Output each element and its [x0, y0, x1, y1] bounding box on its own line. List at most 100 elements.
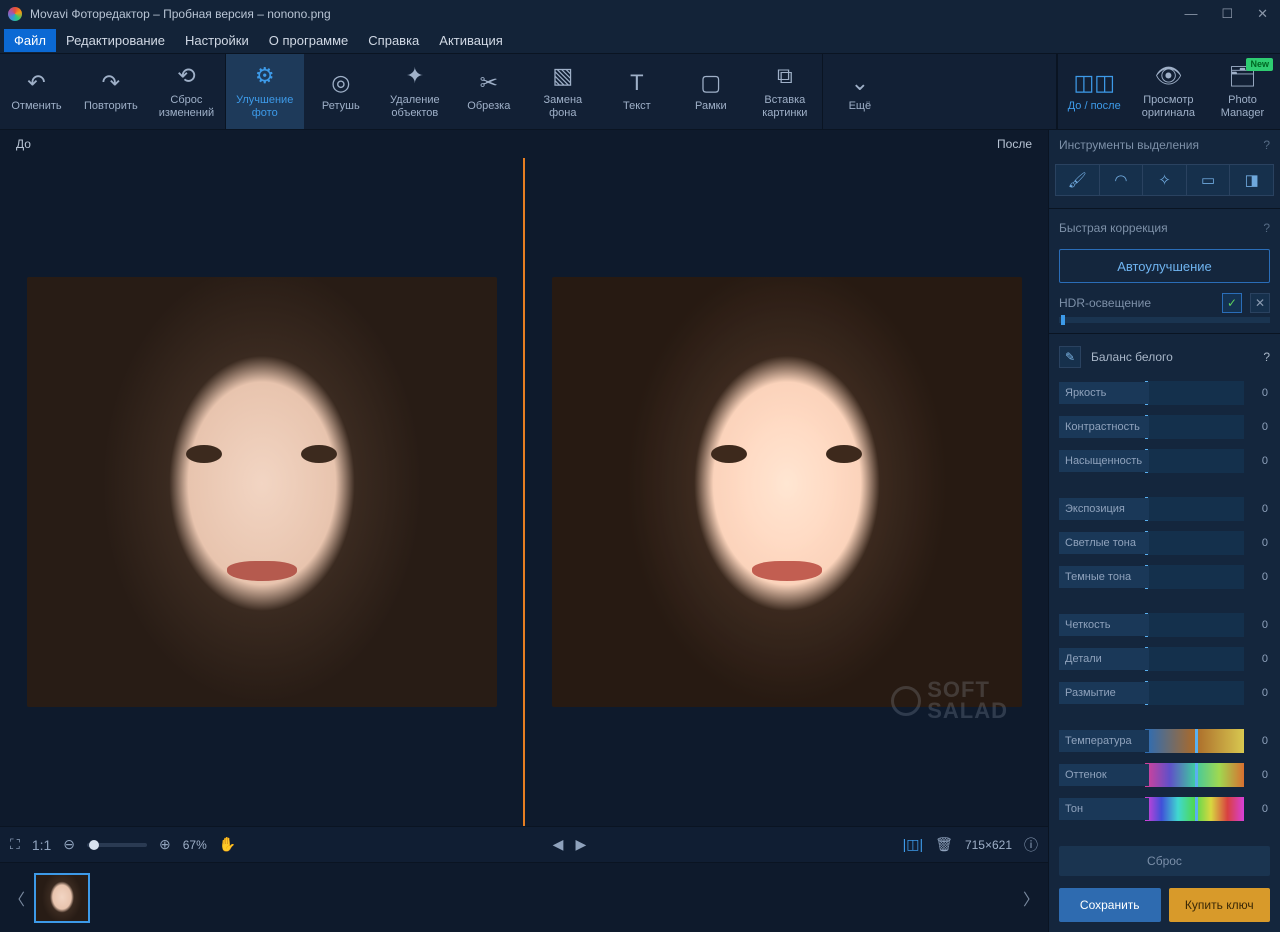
menu-activation[interactable]: Активация [429, 29, 512, 52]
zoom-value: 67% [183, 838, 207, 852]
hdr-cancel-button[interactable]: ✕ [1250, 293, 1270, 313]
auto-enhance-button[interactable]: Автоулучшение [1059, 249, 1270, 283]
zoom-out-button[interactable]: ⊖ [63, 836, 75, 853]
zoom-in-button[interactable]: ⊕ [159, 836, 171, 853]
image-dimensions: 715×621 [965, 838, 1012, 852]
compare-view: SOFT SALAD [0, 158, 1048, 826]
text-icon: T [630, 70, 643, 96]
fullscreen-button[interactable]: ⛶ [10, 836, 20, 853]
retouch-button[interactable]: ◎Ретушь [304, 54, 378, 129]
crop-button[interactable]: ✂Обрезка [452, 54, 526, 129]
white-balance-label: Баланс белого [1091, 350, 1173, 364]
window-title: Movavi Фоторедактор – Пробная версия – n… [30, 7, 331, 21]
erase-icon: ✦ [406, 63, 424, 89]
help-icon[interactable]: ? [1263, 350, 1270, 364]
eraser-tool[interactable]: ◨ [1230, 164, 1274, 196]
reset-button[interactable]: Сброс [1059, 846, 1270, 876]
slider-highlights[interactable]: Светлые тона0 [1059, 530, 1270, 556]
zoom-slider[interactable] [87, 843, 147, 847]
compare-icon: ◫◫ [1073, 70, 1115, 96]
slider-saturation[interactable]: Насыщенность0 [1059, 448, 1270, 474]
insert-image-button[interactable]: ⧉Вставка картинки [748, 54, 822, 129]
brush-tool[interactable]: 🖌 [1055, 164, 1100, 196]
slider-hue[interactable]: Тон0 [1059, 796, 1270, 822]
close-button[interactable]: ✕ [1257, 6, 1268, 22]
frame-icon: ▢ [700, 70, 721, 96]
minimize-button[interactable]: — [1184, 6, 1197, 22]
marquee-tool[interactable]: ▭ [1187, 164, 1231, 196]
after-pane[interactable] [525, 158, 1048, 826]
remove-objects-button[interactable]: ✦Удаление объектов [378, 54, 452, 129]
slider-exposure[interactable]: Экспозиция0 [1059, 496, 1270, 522]
before-image [27, 277, 497, 707]
help-icon[interactable]: ? [1263, 138, 1270, 152]
background-icon: ▧ [552, 63, 573, 89]
quick-correction-label: Быстрая коррекция [1059, 221, 1168, 235]
enhance-button[interactable]: ⚙Улучшение фото [226, 54, 304, 129]
maximize-button[interactable]: ☐ [1221, 6, 1233, 22]
before-after-toggle[interactable]: ◫◫До / после [1058, 54, 1132, 129]
actual-size-button[interactable]: 1:1 [32, 837, 51, 853]
after-label: После [997, 137, 1032, 151]
crop-icon: ✂ [480, 70, 498, 96]
menu-bar: Файл Редактирование Настройки О программ… [0, 28, 1280, 54]
chevron-down-icon: ⌄ [851, 70, 869, 96]
slider-tint[interactable]: Оттенок0 [1059, 762, 1270, 788]
slider-details[interactable]: Детали0 [1059, 646, 1270, 672]
before-pane[interactable] [0, 158, 523, 826]
menu-edit[interactable]: Редактирование [56, 29, 175, 52]
undo-icon: ↶ [27, 70, 45, 96]
app-logo-icon [8, 7, 22, 21]
change-bg-button[interactable]: ▧Замена фона [526, 54, 600, 129]
hdr-apply-button[interactable]: ✓ [1222, 293, 1242, 313]
menu-help[interactable]: Справка [358, 29, 429, 52]
pan-button[interactable]: ✋ [219, 836, 236, 853]
reset-changes-button[interactable]: ⟲Сброс изменений [149, 54, 225, 129]
slider-temperature[interactable]: Температура0 [1059, 728, 1270, 754]
side-panel: Инструменты выделения ? 🖌 ◠ ✧ ▭ ◨ Быстра… [1048, 130, 1280, 932]
canvas-area: До После SOFT SALAD ⛶ 1:1 [0, 130, 1048, 932]
before-label: До [16, 137, 31, 151]
main-toolbar: ↶Отменить ↷Повторить ⟲Сброс изменений ⚙У… [0, 54, 1280, 130]
slider-blur[interactable]: Размытие0 [1059, 680, 1270, 706]
more-button[interactable]: ⌄Ещё [823, 54, 897, 129]
fit-view-button[interactable]: |◫| [903, 836, 924, 853]
thumb-next-button[interactable]: 〉 [1022, 871, 1040, 925]
thumbnail-1[interactable] [34, 873, 90, 923]
slider-shadows[interactable]: Темные тона0 [1059, 564, 1270, 590]
slider-sharpness[interactable]: Четкость0 [1059, 612, 1270, 638]
sliders-icon: ⚙ [255, 63, 275, 89]
text-button[interactable]: TТекст [600, 54, 674, 129]
lasso-tool[interactable]: ◠ [1100, 164, 1144, 196]
help-icon[interactable]: ? [1263, 221, 1270, 235]
menu-file[interactable]: Файл [4, 29, 56, 52]
undo-button[interactable]: ↶Отменить [0, 54, 74, 129]
buy-key-button[interactable]: Купить ключ [1169, 888, 1271, 922]
hdr-slider[interactable] [1059, 317, 1270, 323]
next-button[interactable]: ▶ [575, 836, 586, 853]
bottom-bar: ⛶ 1:1 ⊖ ⊕ 67% ✋ ◀ ▶ |◫| 🗑 715×621 ⓘ [0, 826, 1048, 862]
thumbnail-strip: 〈 〉 [0, 862, 1048, 932]
new-badge: New [1246, 58, 1273, 71]
redo-button[interactable]: ↷Повторить [74, 54, 149, 129]
eye-icon: 👁 [1154, 63, 1182, 89]
target-icon: ◎ [331, 70, 350, 96]
wand-tool[interactable]: ✧ [1143, 164, 1187, 196]
save-button[interactable]: Сохранить [1059, 888, 1161, 922]
slider-contrast[interactable]: Контрастность0 [1059, 414, 1270, 440]
image-insert-icon: ⧉ [777, 63, 793, 89]
photo-manager-button[interactable]: New 🗂Photo Manager [1206, 54, 1280, 129]
menu-about[interactable]: О программе [259, 29, 359, 52]
eyedropper-button[interactable]: ✎ [1059, 346, 1081, 368]
selection-tools-label: Инструменты выделения [1059, 138, 1199, 152]
after-image [552, 277, 1022, 707]
menu-settings[interactable]: Настройки [175, 29, 259, 52]
frames-button[interactable]: ▢Рамки [674, 54, 748, 129]
slider-brightness[interactable]: Яркость0 [1059, 380, 1270, 406]
redo-icon: ↷ [102, 70, 120, 96]
prev-button[interactable]: ◀ [553, 836, 564, 853]
info-button[interactable]: ⓘ [1024, 835, 1038, 855]
view-original-button[interactable]: 👁Просмотр оригинала [1132, 54, 1206, 129]
delete-button[interactable]: 🗑 [935, 836, 953, 853]
thumb-prev-button[interactable]: 〈 [8, 871, 26, 925]
